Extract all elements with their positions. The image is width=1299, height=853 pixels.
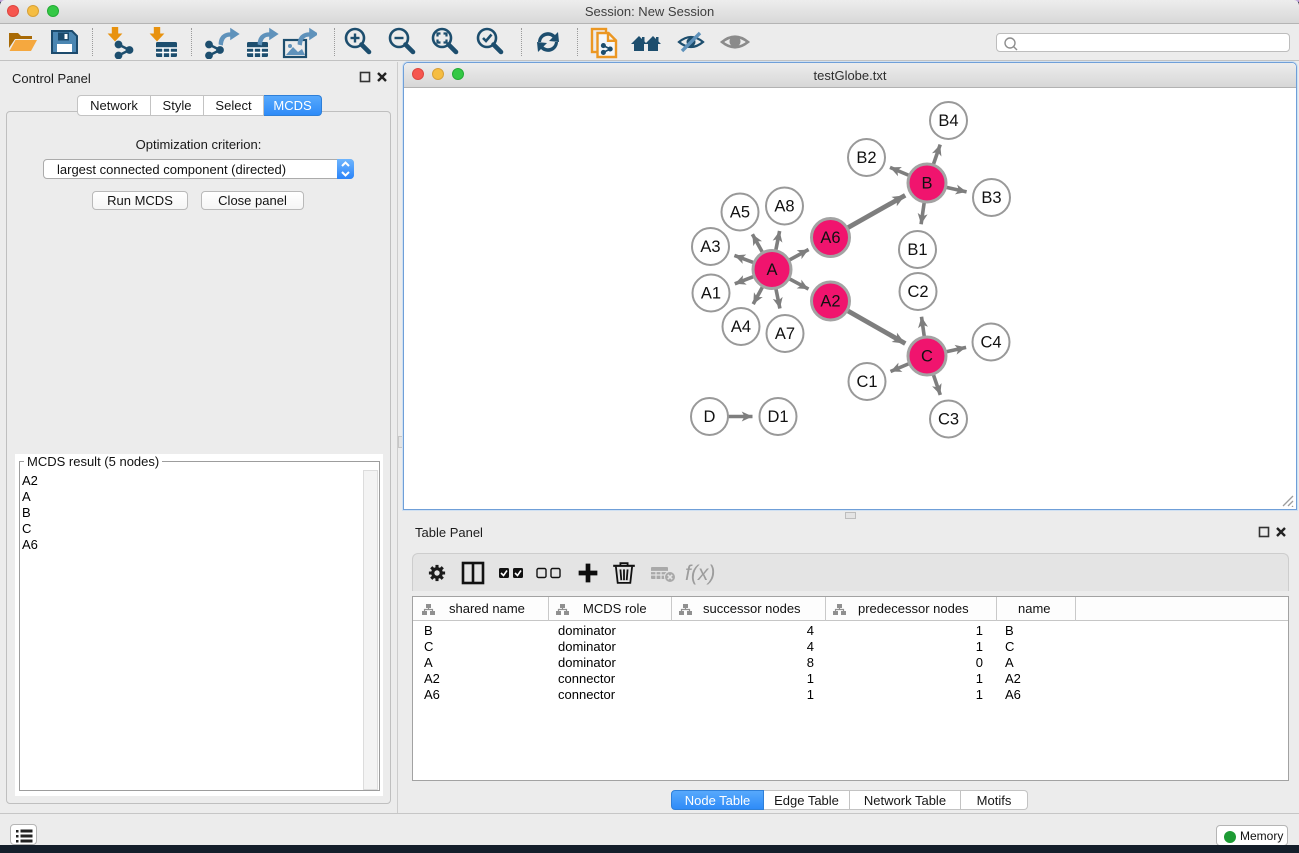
svg-text:C3: C3 [938,411,959,429]
svg-text:D1: D1 [767,408,788,426]
svg-text:A5: A5 [730,204,750,222]
svg-text:B1: B1 [907,241,927,259]
svg-text:B3: B3 [981,189,1001,207]
svg-text:B: B [921,175,932,193]
svg-text:C1: C1 [856,373,877,391]
svg-text:A6: A6 [820,229,840,247]
svg-text:A8: A8 [774,198,794,216]
svg-text:D: D [704,408,716,426]
svg-text:A2: A2 [820,293,840,311]
svg-text:C: C [921,348,933,366]
svg-text:B4: B4 [938,112,958,130]
svg-text:C4: C4 [980,334,1001,352]
svg-text:A1: A1 [701,285,721,303]
svg-text:B2: B2 [856,149,876,167]
svg-text:A: A [766,261,777,279]
svg-text:A7: A7 [775,325,795,343]
svg-text:A3: A3 [700,238,720,256]
svg-text:f(x): f(x) [685,562,715,585]
svg-text:A4: A4 [731,318,751,336]
svg-text:C2: C2 [907,283,928,301]
